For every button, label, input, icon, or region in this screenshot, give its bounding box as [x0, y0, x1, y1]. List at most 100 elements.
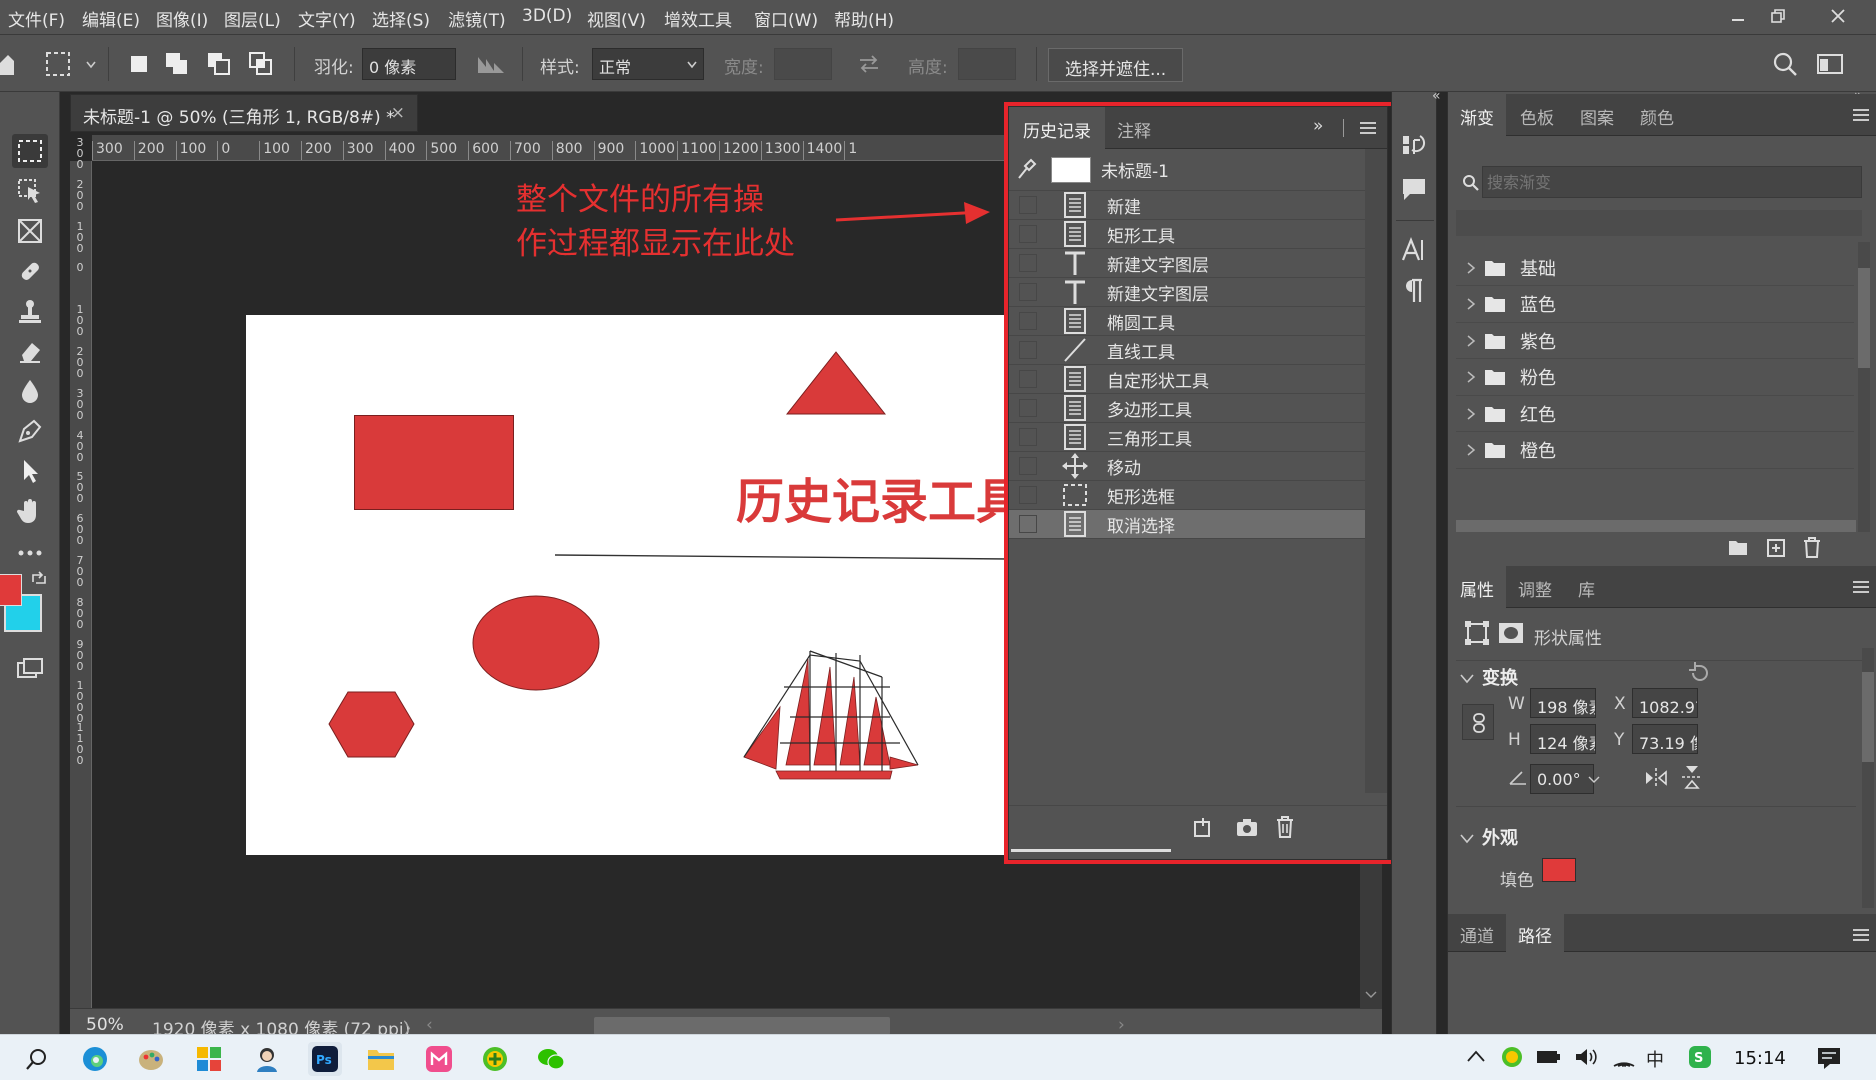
- history-item[interactable]: 新建文字图层: [1009, 249, 1365, 278]
- history-item[interactable]: 自定形状工具: [1009, 365, 1365, 394]
- screen-mode-tool[interactable]: [12, 652, 48, 686]
- taskbar-360-app[interactable]: [478, 1042, 512, 1076]
- w-input[interactable]: 198 像素: [1530, 688, 1596, 718]
- chevron-up-icon[interactable]: [1466, 1049, 1486, 1063]
- history-item[interactable]: 椭圆工具: [1009, 307, 1365, 336]
- blur-tool[interactable]: [12, 374, 48, 408]
- history-item-checkbox[interactable]: [1019, 428, 1037, 446]
- gradient-search-input[interactable]: [1482, 166, 1862, 198]
- history-item[interactable]: 新建文字图层: [1009, 278, 1365, 307]
- tab-libraries[interactable]: 库: [1566, 566, 1607, 608]
- battery-icon[interactable]: [1536, 1047, 1562, 1067]
- ime-indicator[interactable]: 中: [1646, 1046, 1664, 1072]
- gradient-folder[interactable]: 基础: [1456, 250, 1854, 286]
- chevron-right-icon[interactable]: [1466, 407, 1476, 421]
- menu-filter[interactable]: 滤镜(T): [448, 6, 506, 31]
- history-resize-bar[interactable]: [1011, 849, 1171, 852]
- history-item[interactable]: 移动: [1009, 452, 1365, 481]
- menu-window[interactable]: 窗口(W): [754, 6, 818, 31]
- collapse-panel-icon[interactable]: »: [1313, 116, 1323, 136]
- more-tools[interactable]: [12, 536, 48, 570]
- sogou-icon[interactable]: S: [1688, 1045, 1712, 1069]
- anti-alias-icon[interactable]: [476, 53, 506, 75]
- chevron-right-icon[interactable]: [1466, 443, 1476, 457]
- frame-tool[interactable]: [12, 214, 48, 248]
- taskbar-explorer[interactable]: [364, 1042, 398, 1076]
- tab-history[interactable]: 历史记录: [1009, 107, 1105, 149]
- h-input[interactable]: 124 像素: [1530, 724, 1596, 754]
- chevron-down-icon[interactable]: [1460, 834, 1474, 844]
- menu-type[interactable]: 文字(Y): [298, 6, 356, 31]
- menu-plugins[interactable]: 增效工具: [664, 6, 732, 31]
- tab-properties[interactable]: 属性: [1448, 566, 1506, 608]
- object-select-tool[interactable]: [12, 174, 48, 208]
- style-select[interactable]: 正常: [592, 48, 704, 80]
- history-item-checkbox[interactable]: [1019, 254, 1037, 272]
- collapse-strip-icon[interactable]: «: [1432, 88, 1441, 104]
- taskbar-avatar-app[interactable]: [250, 1042, 284, 1076]
- rectangle-shape[interactable]: [354, 415, 514, 510]
- eraser-tool[interactable]: [12, 334, 48, 368]
- tab-gradients[interactable]: 渐变: [1448, 94, 1506, 136]
- panel-menu-icon[interactable]: [1852, 928, 1870, 942]
- reset-icon[interactable]: [1688, 662, 1710, 682]
- tab-patterns[interactable]: 图案: [1568, 94, 1626, 136]
- menu-select[interactable]: 选择(S): [372, 6, 430, 31]
- taskbar-photoshop[interactable]: Ps: [308, 1042, 342, 1076]
- width-input[interactable]: [774, 48, 832, 80]
- taskbar-paint[interactable]: [134, 1042, 168, 1076]
- chevron-right-icon[interactable]: [1466, 334, 1476, 348]
- history-item-checkbox[interactable]: [1019, 196, 1037, 214]
- chevron-right-icon[interactable]: [1466, 261, 1476, 275]
- workspace-icon[interactable]: [1816, 53, 1844, 75]
- notifications-icon[interactable]: [1816, 1045, 1842, 1071]
- new-selection-icon[interactable]: [128, 53, 150, 75]
- history-item-checkbox[interactable]: [1019, 312, 1037, 330]
- taskbar-app-tiles[interactable]: [192, 1042, 226, 1076]
- history-item-checkbox[interactable]: [1019, 486, 1037, 504]
- tab-adjustments[interactable]: 调整: [1506, 566, 1564, 608]
- menu-file[interactable]: 文件(F): [8, 6, 65, 31]
- history-item-checkbox[interactable]: [1019, 457, 1037, 475]
- marquee-tool[interactable]: [12, 134, 48, 168]
- history-item[interactable]: 矩形工具: [1009, 220, 1365, 249]
- tab-notes[interactable]: 注释: [1103, 107, 1165, 149]
- search-icon[interactable]: [1772, 51, 1798, 77]
- history-item-checkbox[interactable]: [1019, 341, 1037, 359]
- gradient-folder[interactable]: 蓝色: [1456, 287, 1854, 323]
- wifi-icon[interactable]: [1612, 1046, 1636, 1068]
- tab-close-icon[interactable]: ×: [391, 103, 405, 123]
- properties-scrollbar[interactable]: [1862, 648, 1874, 908]
- history-scrollbar[interactable]: [1365, 149, 1387, 793]
- taskbar-edge[interactable]: [78, 1042, 112, 1076]
- history-item-checkbox[interactable]: [1019, 370, 1037, 388]
- fill-color-swatch[interactable]: [1542, 858, 1576, 882]
- y-input[interactable]: 73.19 像素: [1632, 724, 1698, 754]
- menu-edit[interactable]: 编辑(E): [82, 6, 140, 31]
- paragraph-icon[interactable]: [1400, 276, 1428, 304]
- link-dimensions-button[interactable]: [1462, 704, 1494, 740]
- gradient-folder[interactable]: 橙色: [1456, 433, 1854, 469]
- home-icon[interactable]: [0, 51, 14, 77]
- panel-menu-icon[interactable]: [1852, 580, 1870, 594]
- document-canvas[interactable]: [246, 315, 1009, 855]
- comment-icon[interactable]: [1400, 176, 1428, 202]
- trash-icon[interactable]: [1275, 815, 1295, 839]
- add-selection-icon[interactable]: [164, 51, 190, 77]
- gradient-folder[interactable]: 红色: [1456, 396, 1854, 432]
- history-item-checkbox[interactable]: [1019, 225, 1037, 243]
- history-item[interactable]: 取消选择: [1009, 510, 1365, 539]
- history-item-checkbox[interactable]: [1019, 399, 1037, 417]
- swap-colors-icon[interactable]: [30, 570, 48, 588]
- gradient-folder[interactable]: 粉色: [1456, 360, 1854, 396]
- gradient-h-scrollbar[interactable]: [1456, 520, 1856, 532]
- ship-shape[interactable]: [740, 647, 930, 787]
- chevron-right-icon[interactable]: [1466, 297, 1476, 311]
- menu-view[interactable]: 视图(V): [587, 6, 646, 31]
- tab-swatches[interactable]: 色板: [1508, 94, 1566, 136]
- trash-icon[interactable]: [1802, 536, 1822, 558]
- marquee-preset-icon[interactable]: [44, 50, 72, 78]
- document-tab[interactable]: 未标题-1 @ 50% (三角形 1, RGB/8#) * ×: [70, 94, 418, 132]
- panel-menu-icon[interactable]: [1359, 121, 1377, 135]
- history-item[interactable]: 多边形工具: [1009, 394, 1365, 423]
